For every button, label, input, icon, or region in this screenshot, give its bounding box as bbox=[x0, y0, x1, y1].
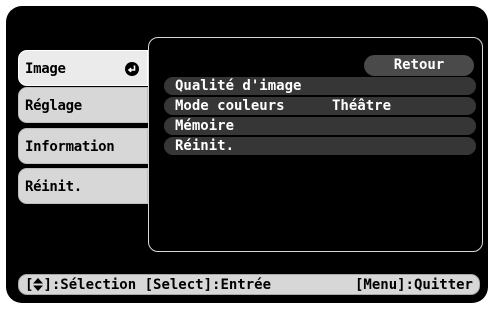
tab-reglage[interactable]: Réglage bbox=[18, 87, 148, 123]
quit-hint: [Menu]:Quitter bbox=[354, 277, 473, 293]
tab-information[interactable]: Information bbox=[18, 128, 148, 164]
option-reset[interactable]: Réinit. bbox=[164, 137, 476, 155]
option-color-mode[interactable]: Mode couleurs Théâtre bbox=[164, 97, 476, 115]
tab-image[interactable]: Image bbox=[18, 50, 148, 86]
back-button[interactable]: Retour bbox=[364, 55, 474, 76]
option-value: Théâtre bbox=[332, 98, 392, 114]
tab-image-label: Image bbox=[25, 61, 66, 77]
option-memory[interactable]: Mémoire bbox=[164, 117, 476, 135]
option-name: Réinit. bbox=[175, 138, 235, 154]
tab-information-label: Information bbox=[25, 139, 115, 155]
tab-reinit-label: Réinit. bbox=[25, 179, 82, 195]
selection-hint-text: ]:Sélection [Select]:Entrée bbox=[43, 277, 272, 293]
selection-hint: [ ]:Sélection [Select]:Entrée bbox=[25, 275, 271, 295]
option-name: Mode couleurs bbox=[175, 98, 285, 114]
bracket-open: [ bbox=[25, 277, 34, 293]
help-bar: [ ]:Sélection [Select]:Entrée [Menu]:Quit… bbox=[18, 274, 480, 295]
back-button-label: Retour bbox=[393, 57, 445, 73]
tab-reinit[interactable]: Réinit. bbox=[18, 168, 148, 204]
option-name: Mémoire bbox=[175, 118, 235, 134]
option-name: Qualité d'image bbox=[175, 78, 302, 94]
option-image-quality[interactable]: Qualité d'image bbox=[164, 77, 476, 95]
enter-icon bbox=[125, 62, 139, 76]
tab-reglage-label: Réglage bbox=[25, 98, 82, 114]
up-down-arrow-icon bbox=[33, 278, 44, 291]
